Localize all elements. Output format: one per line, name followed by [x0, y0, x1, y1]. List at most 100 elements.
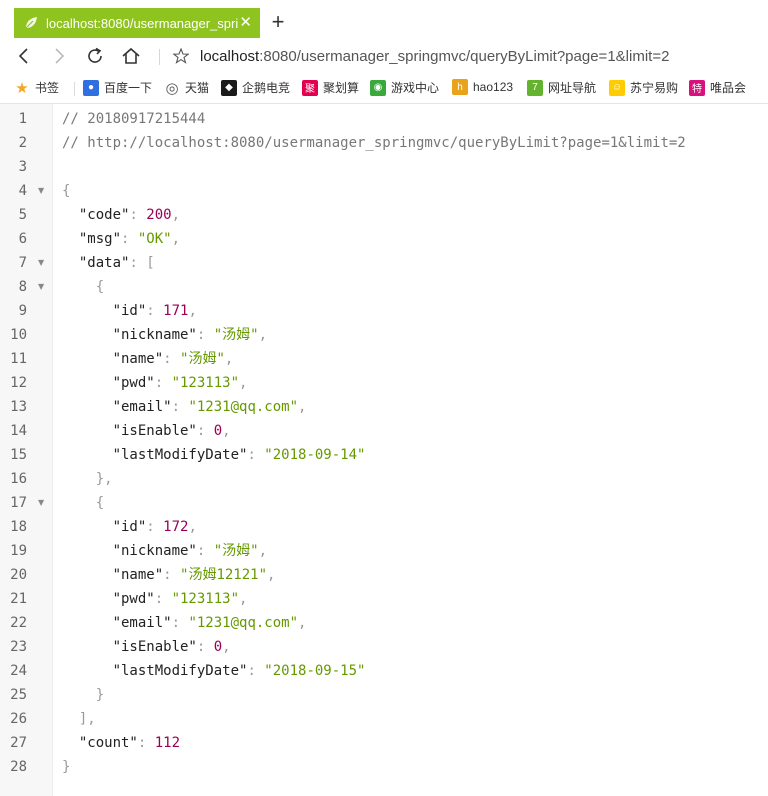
- json-token-key: "name": [62, 351, 164, 367]
- json-token-key: "nickname": [62, 327, 197, 343]
- line-number: 14: [10, 423, 27, 439]
- bookmarks-bar: ★ 书签 ● 百度一下 ◎ 天猫 ◆ 企鹅电竞聚聚划算 ◉ 游戏中心 h hao123 7 网址导航 ☺ 苏宁…: [0, 73, 768, 104]
- bookmark-item[interactable]: h hao123: [452, 79, 513, 95]
- bookmark-label: 唯品会: [710, 81, 747, 95]
- code-text: ],: [62, 707, 96, 731]
- code-line: 26 ],: [0, 707, 768, 731]
- code-text: // http://localhost:8080/usermanager_spr…: [62, 131, 686, 155]
- code-text: "id": 172,: [62, 515, 197, 539]
- bookmark-item[interactable]: 特唯品会: [689, 79, 746, 96]
- code-line: 1 // 20180917215444: [0, 107, 768, 131]
- line-number: 15: [10, 447, 27, 463]
- code-text: "name": "汤姆",: [62, 347, 234, 371]
- code-text: }: [62, 683, 104, 707]
- forward-button[interactable]: [48, 45, 70, 67]
- json-token-punc: ,: [267, 567, 276, 583]
- code-line: 16 },: [0, 467, 768, 491]
- code-text: },: [62, 467, 113, 491]
- fold-toggle-icon[interactable]: ▼: [38, 491, 44, 515]
- reload-icon: [88, 47, 102, 63]
- json-token-punc: {: [62, 183, 71, 199]
- browser-tab-active[interactable]: localhost:8080/usermanager_spri ✕: [14, 8, 260, 38]
- line-number: 12: [10, 375, 27, 391]
- tab-close-icon[interactable]: ✕: [239, 14, 252, 32]
- code-line: 11 "name": "汤姆",: [0, 347, 768, 371]
- json-token-punc: ,: [258, 543, 268, 559]
- json-token-key: "name": [62, 567, 164, 583]
- code-line: 22 "email": "1231@qq.com",: [0, 611, 768, 635]
- json-token-num: 0: [213, 423, 223, 439]
- bookmark-item[interactable]: 7 网址导航: [527, 79, 596, 96]
- code-line: 24 "lastModifyDate": "2018-09-15": [0, 659, 768, 683]
- back-button[interactable]: [13, 45, 35, 67]
- home-button[interactable]: [120, 45, 142, 67]
- line-number: 6: [18, 231, 27, 247]
- json-token-num: 200: [146, 207, 172, 223]
- suning-icon: ☺: [609, 79, 625, 96]
- json-token-key: "email": [62, 615, 172, 631]
- json-token-punc: :: [146, 519, 164, 535]
- bookmark-label: hao123: [473, 80, 514, 94]
- new-tab-button[interactable]: +: [266, 10, 290, 34]
- code-line: 10 "nickname": "汤姆",: [0, 323, 768, 347]
- json-token-punc: :: [163, 567, 181, 583]
- line-number: 2: [18, 135, 27, 151]
- bookmark-item[interactable]: ☺ 苏宁易购: [609, 79, 678, 96]
- json-token-str: "汤姆": [180, 351, 225, 367]
- bookmark-item[interactable]: ● 百度一下: [83, 79, 152, 96]
- bookmark-label: 书签: [35, 81, 60, 95]
- code-line: 28}: [0, 755, 768, 779]
- json-token-punc: }: [62, 759, 71, 775]
- json-token-comment: // 20180917215444: [62, 111, 206, 127]
- code-line: 12 "pwd": "123113",: [0, 371, 768, 395]
- json-token-punc: :: [163, 351, 181, 367]
- address-bar-url[interactable]: localhost:8080/usermanager_springmvc/que…: [200, 47, 669, 66]
- bookmark-item[interactable]: 聚聚划算: [302, 79, 359, 96]
- json-token-num: 0: [213, 639, 223, 655]
- code-text: "msg": "OK",: [62, 227, 180, 251]
- json-token-str: "2018-09-15": [264, 663, 366, 679]
- line-number: 27: [10, 735, 27, 751]
- line-number: 3: [18, 159, 27, 175]
- json-token-punc: ,: [222, 423, 231, 439]
- json-token-str: "123113": [171, 591, 240, 607]
- fold-toggle-icon[interactable]: ▼: [38, 179, 44, 203]
- line-number: 5: [18, 207, 27, 223]
- bookmark-item[interactable]: ◆ 企鹅电竞: [221, 79, 290, 96]
- code-text: "email": "1231@qq.com",: [62, 395, 307, 419]
- json-token-punc: :: [196, 423, 214, 439]
- code-text: "isEnable": 0,: [62, 635, 231, 659]
- code-line: 6 "msg": "OK",: [0, 227, 768, 251]
- fold-toggle-icon[interactable]: ▼: [38, 275, 44, 299]
- penguin-esports-icon: ◆: [221, 79, 237, 96]
- code-text: "nickname": "汤姆",: [62, 323, 267, 347]
- line-number: 7: [18, 255, 27, 271]
- json-token-str: "汤姆": [213, 543, 259, 559]
- tab-title: localhost:8080/usermanager_spri: [46, 15, 239, 31]
- fold-toggle-icon[interactable]: ▼: [38, 251, 44, 275]
- json-token-punc: {: [62, 279, 105, 295]
- vipshop-icon: 特: [689, 79, 705, 96]
- json-token-punc: }: [62, 687, 105, 703]
- code-text: "pwd": "123113",: [62, 587, 248, 611]
- line-number: 24: [10, 663, 27, 679]
- json-token-punc: ,: [171, 207, 181, 223]
- json-token-punc: :: [171, 399, 189, 415]
- json-token-num: 112: [154, 735, 181, 751]
- code-line: 4 ▼ {: [0, 179, 768, 203]
- bookmark-separator: [74, 82, 75, 96]
- json-token-comment: // http://localhost:8080/usermanager_spr…: [62, 135, 686, 151]
- spring-leaf-icon: [24, 16, 38, 30]
- code-line: 3: [0, 155, 768, 179]
- code-text: {: [62, 491, 104, 515]
- bookmark-item[interactable]: ★ 书签: [14, 79, 60, 97]
- bookmark-item[interactable]: ◎ 天猫: [164, 79, 209, 97]
- json-token-str: "2018-09-14": [264, 447, 366, 463]
- bookmark-star-button[interactable]: [171, 46, 191, 66]
- url-host: localhost: [200, 48, 260, 65]
- reload-button[interactable]: [84, 45, 106, 67]
- json-token-punc: ,: [298, 615, 307, 631]
- code-text: "pwd": "123113",: [62, 371, 248, 395]
- line-number: 20: [10, 567, 27, 583]
- bookmark-item[interactable]: ◉ 游戏中心: [370, 79, 439, 96]
